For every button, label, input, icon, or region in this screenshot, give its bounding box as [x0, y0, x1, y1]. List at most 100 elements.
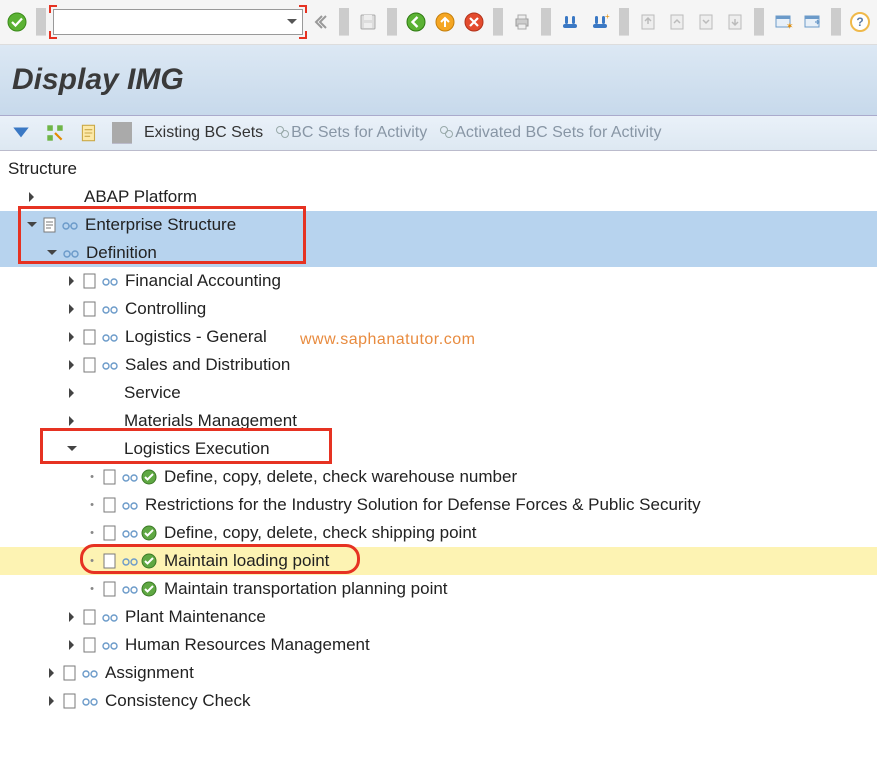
print-icon[interactable] [510, 9, 534, 35]
tree-label: Sales and Distribution [125, 355, 290, 375]
separator [619, 8, 629, 36]
tree-label: Materials Management [124, 411, 297, 431]
tree-label: Consistency Check [105, 691, 251, 711]
help-icon[interactable]: ? [848, 9, 872, 35]
tree-node-logistics-general[interactable]: Logistics - General [0, 323, 877, 351]
glasses-icon[interactable] [121, 552, 139, 570]
doc-icon[interactable] [42, 216, 60, 234]
glasses-icon[interactable] [101, 356, 119, 374]
expand-icon[interactable] [64, 273, 80, 289]
doc-icon[interactable] [102, 524, 120, 542]
expand-icon[interactable] [64, 357, 80, 373]
expand-icon[interactable] [64, 413, 80, 429]
glasses-icon[interactable] [61, 216, 79, 234]
collapse-icon[interactable] [44, 245, 60, 261]
glasses-icon[interactable] [101, 608, 119, 626]
collapse-icon[interactable] [308, 9, 332, 35]
expand-icon[interactable] [44, 665, 60, 681]
tree-label: Maintain loading point [164, 551, 329, 571]
activated-bc-sets-link[interactable]: Activated BC Sets for Activity [439, 124, 661, 142]
tree-node-abap[interactable]: ABAP Platform [0, 183, 877, 211]
glasses-icon[interactable] [101, 272, 119, 290]
find-icon[interactable] [558, 9, 582, 35]
tree-node-consistency-check[interactable]: Consistency Check [0, 687, 877, 715]
execute-icon[interactable] [140, 468, 158, 486]
expand-icon[interactable] [64, 385, 80, 401]
tree-label: Define, copy, delete, check shipping poi… [164, 523, 477, 543]
doc-icon[interactable] [82, 608, 100, 626]
tree-node-restrictions-defense[interactable]: Restrictions for the Industry Solution f… [0, 491, 877, 519]
tree-node-materials-management[interactable]: Materials Management [0, 407, 877, 435]
doc-icon[interactable] [102, 552, 120, 570]
execute-icon[interactable] [140, 552, 158, 570]
expand-all-icon[interactable] [10, 122, 32, 144]
doc-icon[interactable] [102, 580, 120, 598]
tree-node-definition[interactable]: Definition [0, 239, 877, 267]
doc-icon[interactable] [82, 272, 100, 290]
tree-node-define-warehouse[interactable]: Define, copy, delete, check warehouse nu… [0, 463, 877, 491]
expand-icon[interactable] [44, 693, 60, 709]
doc-icon[interactable] [82, 636, 100, 654]
glasses-icon[interactable] [101, 300, 119, 318]
expand-icon[interactable] [64, 609, 80, 625]
prev-page-icon[interactable] [665, 9, 689, 35]
tree-node-assignment[interactable]: Assignment [0, 659, 877, 687]
glasses-icon[interactable] [121, 468, 139, 486]
doc-icon[interactable] [102, 496, 120, 514]
tree-node-sales-distribution[interactable]: Sales and Distribution [0, 351, 877, 379]
expand-icon[interactable] [64, 637, 80, 653]
doc-icon[interactable] [102, 468, 120, 486]
doc-icon[interactable] [62, 692, 80, 710]
tree-node-plant-maintenance[interactable]: Plant Maintenance [0, 603, 877, 631]
command-field[interactable] [53, 9, 303, 35]
tree-node-define-shipping-point[interactable]: Define, copy, delete, check shipping poi… [0, 519, 877, 547]
note-icon[interactable] [78, 122, 100, 144]
tree-node-maintain-loading-point[interactable]: Maintain loading point [0, 547, 877, 575]
leaf-icon [84, 469, 100, 485]
tree-node-logistics-execution[interactable]: Logistics Execution [0, 435, 877, 463]
new-session-icon[interactable]: ✶ [771, 9, 795, 35]
last-page-icon[interactable] [723, 9, 747, 35]
next-page-icon[interactable] [694, 9, 718, 35]
tree-node-controlling[interactable]: Controlling [0, 295, 877, 323]
doc-icon[interactable] [82, 356, 100, 374]
glasses-icon[interactable] [81, 664, 99, 682]
position-icon[interactable] [44, 122, 66, 144]
execute-icon[interactable] [140, 580, 158, 598]
collapse-icon[interactable] [64, 441, 80, 457]
execute-icon[interactable] [140, 524, 158, 542]
exit-icon[interactable] [433, 9, 457, 35]
tree-label: Human Resources Management [125, 635, 370, 655]
back-icon[interactable] [404, 9, 428, 35]
tree-node-service[interactable]: Service [0, 379, 877, 407]
expand-icon[interactable] [24, 189, 40, 205]
tree-node-enterprise-structure[interactable]: Enterprise Structure [0, 211, 877, 239]
expand-icon[interactable] [64, 329, 80, 345]
cancel-icon[interactable] [462, 9, 486, 35]
first-page-icon[interactable] [636, 9, 660, 35]
tree-node-human-resources[interactable]: Human Resources Management [0, 631, 877, 659]
glasses-icon[interactable] [62, 244, 80, 262]
save-icon[interactable] [356, 9, 380, 35]
glasses-icon[interactable] [121, 580, 139, 598]
find-next-icon[interactable]: + [588, 9, 612, 35]
tree-node-financial-accounting[interactable]: Financial Accounting [0, 267, 877, 295]
bc-sets-activity-link[interactable]: BC Sets for Activity [275, 124, 427, 142]
glasses-icon[interactable] [101, 636, 119, 654]
tree-node-maintain-transportation[interactable]: Maintain transportation planning point [0, 575, 877, 603]
page-title: Display IMG [12, 63, 865, 97]
glasses-icon[interactable] [121, 496, 139, 514]
existing-bc-sets-link[interactable]: Existing BC Sets [144, 124, 263, 142]
glasses-icon[interactable] [81, 692, 99, 710]
glasses-icon[interactable] [101, 328, 119, 346]
doc-icon[interactable] [82, 300, 100, 318]
expand-icon[interactable] [64, 301, 80, 317]
layout-icon[interactable] [800, 9, 824, 35]
tree-label: Definition [86, 243, 157, 263]
doc-icon[interactable] [82, 328, 100, 346]
doc-icon[interactable] [62, 664, 80, 682]
svg-text:✶: ✶ [786, 21, 793, 31]
collapse-icon[interactable] [24, 217, 40, 233]
ok-icon[interactable] [5, 9, 29, 35]
glasses-icon[interactable] [121, 524, 139, 542]
